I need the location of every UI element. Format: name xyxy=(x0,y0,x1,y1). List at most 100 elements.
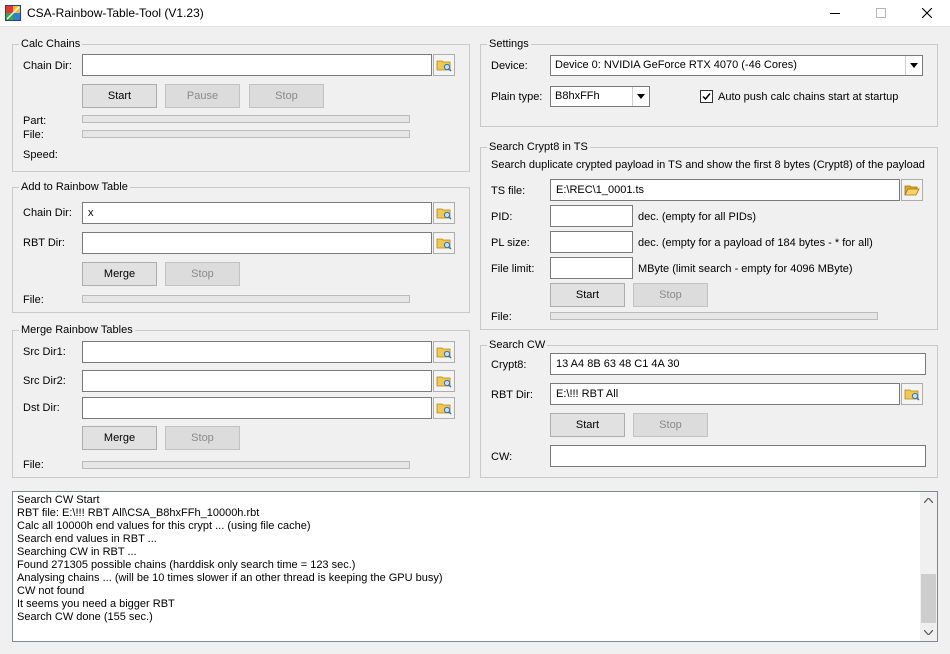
search-cw-title: Search CW xyxy=(487,338,548,352)
calc-start-button[interactable]: Start xyxy=(82,84,157,108)
merge-stop-button[interactable]: Stop xyxy=(165,426,240,450)
folder-icon xyxy=(436,208,452,220)
maximize-icon xyxy=(876,8,886,18)
chevron-up-icon xyxy=(924,498,933,503)
log-line: Search CW done (155 sec.) xyxy=(17,611,153,623)
calc-part-label: Part: xyxy=(23,115,47,127)
log-line: Search end values in RBT ... xyxy=(17,533,157,545)
folder-icon xyxy=(436,376,452,388)
calc-chains-title: Calc Chains xyxy=(19,37,83,51)
maximize-button[interactable] xyxy=(858,0,904,27)
auto-push-checkbox[interactable] xyxy=(700,90,713,103)
calc-file-label: File: xyxy=(23,129,44,141)
crypt8-input[interactable]: 13 A4 8B 63 48 C1 4A 30 xyxy=(550,353,926,375)
merge-dst-browse-button[interactable] xyxy=(433,397,455,419)
add-rbt-title: Add to Rainbow Table xyxy=(19,180,130,194)
add-rbt-dir-input[interactable] xyxy=(82,232,432,254)
merge-file-progress xyxy=(82,461,410,469)
close-icon xyxy=(922,8,932,18)
log-line: Calc all 10000h end values for this cryp… xyxy=(17,520,311,532)
pid-hint: dec. (empty for all PIDs) xyxy=(638,211,756,223)
log-line: Search CW Start xyxy=(17,494,100,506)
log-line: It seems you need a bigger RBT xyxy=(17,598,175,610)
calc-chain-dir-browse-button[interactable] xyxy=(433,54,455,76)
merge-src2-label: Src Dir2: xyxy=(23,375,66,387)
calc-pause-button[interactable]: Pause xyxy=(165,84,240,108)
merge-src1-label: Src Dir1: xyxy=(23,346,66,358)
chevron-down-icon xyxy=(924,630,933,635)
merge-dst-input[interactable] xyxy=(82,397,432,419)
folder-icon xyxy=(436,60,452,72)
calc-chain-dir-label: Chain Dir: xyxy=(23,60,72,72)
merge-file-label: File: xyxy=(23,459,44,471)
crypt8-stop-button[interactable]: Stop xyxy=(633,283,708,307)
merge-rbt-title: Merge Rainbow Tables xyxy=(19,323,135,337)
ts-file-input[interactable]: E:\REC\1_0001.ts xyxy=(550,179,900,201)
merge-src2-input[interactable] xyxy=(82,370,432,392)
add-merge-button[interactable]: Merge xyxy=(82,262,157,286)
crypt8-label: Crypt8: xyxy=(491,359,527,371)
settings-title: Settings xyxy=(487,37,531,51)
folder-icon xyxy=(436,238,452,250)
pid-input[interactable] xyxy=(550,205,633,227)
cw-rbt-dir-input[interactable]: E:\!!! RBT All xyxy=(550,383,900,405)
folder-open-icon xyxy=(904,185,920,196)
calc-speed-label: Speed: xyxy=(23,149,58,161)
plain-type-label: Plain type: xyxy=(491,91,543,103)
log-scrollbar[interactable] xyxy=(920,492,937,641)
log-line: CW not found xyxy=(17,585,85,597)
minimize-icon xyxy=(830,13,840,14)
crypt8-start-button[interactable]: Start xyxy=(550,283,625,307)
add-rbt-dir-label: RBT Dir: xyxy=(23,237,65,249)
ts-file-browse-button[interactable] xyxy=(901,179,923,201)
search-crypt8-title: Search Crypt8 in TS xyxy=(487,140,590,154)
plain-type-select[interactable]: B8hxFFh xyxy=(550,86,650,107)
merge-merge-button[interactable]: Merge xyxy=(82,426,157,450)
pid-label: PID: xyxy=(491,211,513,223)
chevron-down-icon xyxy=(637,94,645,99)
cw-stop-button[interactable]: Stop xyxy=(633,413,708,437)
scroll-up-button[interactable] xyxy=(920,492,937,509)
plain-type-select-value: B8hxFFh xyxy=(555,90,600,102)
minimize-button[interactable] xyxy=(812,0,858,27)
file-limit-label: File limit: xyxy=(491,263,535,275)
ts-file-label: TS file: xyxy=(491,185,526,197)
crypt8-file-label: File: xyxy=(491,311,512,323)
add-chain-dir-browse-button[interactable] xyxy=(433,202,455,224)
add-chain-dir-input[interactable]: x xyxy=(82,202,432,224)
log-line: Searching CW in RBT ... xyxy=(17,546,137,558)
auto-push-label: Auto push calc chains start at startup xyxy=(718,91,899,103)
scroll-down-button[interactable] xyxy=(920,624,937,641)
search-crypt8-description: Search duplicate crypted payload in TS a… xyxy=(491,159,925,171)
folder-icon xyxy=(436,347,452,359)
log-output[interactable]: Search CW Start RBT file: E:\!!! RBT All\… xyxy=(12,491,938,642)
merge-src1-browse-button[interactable] xyxy=(433,341,455,363)
log-line: RBT file: E:\!!! RBT All\CSA_B8hxFFh_100… xyxy=(17,507,260,519)
log-line: Analysing chains ... (will be 10 times s… xyxy=(17,572,443,584)
calc-chain-dir-input[interactable] xyxy=(82,54,432,76)
cw-label: CW: xyxy=(491,451,513,463)
close-button[interactable] xyxy=(904,0,950,27)
cw-output[interactable] xyxy=(550,445,926,467)
cw-rbt-dir-label: RBT Dir: xyxy=(491,389,533,401)
calc-stop-button[interactable]: Stop xyxy=(249,84,324,108)
scroll-thumb[interactable] xyxy=(921,574,936,623)
add-file-label: File: xyxy=(23,294,44,306)
cw-start-button[interactable]: Start xyxy=(550,413,625,437)
pl-size-hint: dec. (empty for a payload of 184 bytes -… xyxy=(638,237,873,249)
merge-dst-label: Dst Dir: xyxy=(23,402,60,414)
file-limit-hint: MByte (limit search - empty for 4096 MBy… xyxy=(638,263,853,275)
merge-src2-browse-button[interactable] xyxy=(433,370,455,392)
merge-src1-input[interactable] xyxy=(82,341,432,363)
window-title: CSA-Rainbow-Table-Tool (V1.23) xyxy=(27,6,204,20)
device-label: Device: xyxy=(491,60,528,72)
cw-rbt-dir-browse-button[interactable] xyxy=(901,383,923,405)
crypt8-file-progress xyxy=(550,312,878,320)
file-limit-input[interactable] xyxy=(550,257,633,279)
add-chain-dir-label: Chain Dir: xyxy=(23,207,72,219)
add-rbt-dir-browse-button[interactable] xyxy=(433,232,455,254)
pl-size-input[interactable] xyxy=(550,231,633,253)
pl-size-label: PL size: xyxy=(491,237,530,249)
device-select[interactable]: Device 0: NVIDIA GeForce RTX 4070 (-46 C… xyxy=(550,55,923,76)
add-stop-button[interactable]: Stop xyxy=(165,262,240,286)
